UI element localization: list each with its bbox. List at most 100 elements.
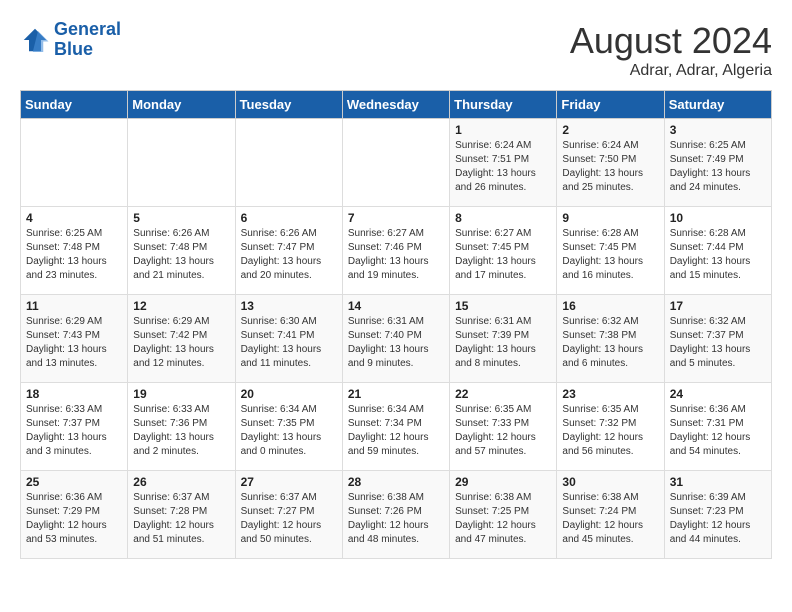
- calendar-cell: 8 Sunrise: 6:27 AM Sunset: 7:45 PM Daylig…: [450, 207, 557, 295]
- calendar-cell: 3 Sunrise: 6:25 AM Sunset: 7:49 PM Daylig…: [664, 119, 771, 207]
- calendar-cell: [235, 119, 342, 207]
- day-number: 27: [241, 475, 337, 489]
- calendar-header: Sunday Monday Tuesday Wednesday Thursday…: [21, 91, 772, 119]
- calendar-cell: 1 Sunrise: 6:24 AM Sunset: 7:51 PM Daylig…: [450, 119, 557, 207]
- calendar-cell: 18 Sunrise: 6:33 AM Sunset: 7:37 PM Dayli…: [21, 383, 128, 471]
- day-info: Sunrise: 6:25 AM Sunset: 7:48 PM Dayligh…: [26, 227, 122, 283]
- day-info: Sunrise: 6:27 AM Sunset: 7:46 PM Dayligh…: [348, 227, 444, 283]
- calendar-cell: 14Sunrise: 6:31 AM Sunset: 7:40 PM Dayli…: [342, 295, 449, 383]
- logo-text: General Blue: [54, 20, 121, 60]
- day-info: Sunrise: 6:33 AM Sunset: 7:37 PM Dayligh…: [26, 403, 122, 459]
- calendar-cell: 22 Sunrise: 6:35 AM Sunset: 7:33 PM Dayli…: [450, 383, 557, 471]
- calendar-week-2: 4 Sunrise: 6:25 AM Sunset: 7:48 PM Daylig…: [21, 207, 772, 295]
- col-friday: Friday: [557, 91, 664, 119]
- calendar-cell: 6Sunrise: 6:26 AM Sunset: 7:47 PM Daylig…: [235, 207, 342, 295]
- calendar-cell: 25 Sunrise: 6:36 AM Sunset: 7:29 PM Dayli…: [21, 471, 128, 559]
- col-sunday: Sunday: [21, 91, 128, 119]
- day-number: 18: [26, 387, 122, 401]
- day-number: 9: [562, 211, 658, 225]
- calendar-week-3: 11 Sunrise: 6:29 AM Sunset: 7:43 PM Dayli…: [21, 295, 772, 383]
- day-info: Sunrise: 6:31 AM Sunset: 7:40 PM Dayligh…: [348, 315, 444, 371]
- day-number: 3: [670, 123, 766, 137]
- day-info: Sunrise: 6:29 AM Sunset: 7:43 PM Dayligh…: [26, 315, 122, 371]
- col-wednesday: Wednesday: [342, 91, 449, 119]
- day-info: Sunrise: 6:32 AM Sunset: 7:37 PM Dayligh…: [670, 315, 766, 371]
- day-info: Sunrise: 6:35 AM Sunset: 7:32 PM Dayligh…: [562, 403, 658, 459]
- day-info: Sunrise: 6:27 AM Sunset: 7:45 PM Dayligh…: [455, 227, 551, 283]
- day-info: Sunrise: 6:34 AM Sunset: 7:35 PM Dayligh…: [241, 403, 337, 459]
- col-tuesday: Tuesday: [235, 91, 342, 119]
- calendar-cell: [21, 119, 128, 207]
- calendar-cell: 15Sunrise: 6:31 AM Sunset: 7:39 PM Dayli…: [450, 295, 557, 383]
- calendar-cell: 7Sunrise: 6:27 AM Sunset: 7:46 PM Daylig…: [342, 207, 449, 295]
- calendar-cell: 21Sunrise: 6:34 AM Sunset: 7:34 PM Dayli…: [342, 383, 449, 471]
- calendar-cell: 11 Sunrise: 6:29 AM Sunset: 7:43 PM Dayli…: [21, 295, 128, 383]
- day-info: Sunrise: 6:30 AM Sunset: 7:41 PM Dayligh…: [241, 315, 337, 371]
- day-info: Sunrise: 6:29 AM Sunset: 7:42 PM Dayligh…: [133, 315, 229, 371]
- calendar-body: 1 Sunrise: 6:24 AM Sunset: 7:51 PM Daylig…: [21, 119, 772, 559]
- day-info: Sunrise: 6:26 AM Sunset: 7:48 PM Dayligh…: [133, 227, 229, 283]
- col-thursday: Thursday: [450, 91, 557, 119]
- day-number: 8: [455, 211, 551, 225]
- day-number: 25: [26, 475, 122, 489]
- calendar-cell: 5 Sunrise: 6:26 AM Sunset: 7:48 PM Daylig…: [128, 207, 235, 295]
- day-number: 21: [348, 387, 444, 401]
- calendar-week-5: 25 Sunrise: 6:36 AM Sunset: 7:29 PM Dayli…: [21, 471, 772, 559]
- day-info: Sunrise: 6:35 AM Sunset: 7:33 PM Dayligh…: [455, 403, 551, 459]
- col-saturday: Saturday: [664, 91, 771, 119]
- calendar-cell: 28Sunrise: 6:38 AM Sunset: 7:26 PM Dayli…: [342, 471, 449, 559]
- day-info: Sunrise: 6:28 AM Sunset: 7:45 PM Dayligh…: [562, 227, 658, 283]
- day-number: 28: [348, 475, 444, 489]
- day-number: 2: [562, 123, 658, 137]
- logo: General Blue: [20, 20, 121, 60]
- day-info: Sunrise: 6:37 AM Sunset: 7:28 PM Dayligh…: [133, 491, 229, 547]
- calendar-cell: 13 Sunrise: 6:30 AM Sunset: 7:41 PM Dayli…: [235, 295, 342, 383]
- calendar-cell: 12 Sunrise: 6:29 AM Sunset: 7:42 PM Dayli…: [128, 295, 235, 383]
- header-row: Sunday Monday Tuesday Wednesday Thursday…: [21, 91, 772, 119]
- calendar-cell: 30 Sunrise: 6:38 AM Sunset: 7:24 PM Dayli…: [557, 471, 664, 559]
- location: Adrar, Adrar, Algeria: [570, 62, 772, 80]
- day-info: Sunrise: 6:25 AM Sunset: 7:49 PM Dayligh…: [670, 139, 766, 195]
- day-number: 11: [26, 299, 122, 313]
- day-number: 22: [455, 387, 551, 401]
- day-info: Sunrise: 6:24 AM Sunset: 7:51 PM Dayligh…: [455, 139, 551, 195]
- month-year: August 2024: [570, 20, 772, 62]
- day-number: 10: [670, 211, 766, 225]
- day-number: 24: [670, 387, 766, 401]
- day-info: Sunrise: 6:28 AM Sunset: 7:44 PM Dayligh…: [670, 227, 766, 283]
- day-number: 13: [241, 299, 337, 313]
- calendar-week-1: 1 Sunrise: 6:24 AM Sunset: 7:51 PM Daylig…: [21, 119, 772, 207]
- calendar-cell: 23 Sunrise: 6:35 AM Sunset: 7:32 PM Dayli…: [557, 383, 664, 471]
- calendar-week-4: 18 Sunrise: 6:33 AM Sunset: 7:37 PM Dayli…: [21, 383, 772, 471]
- calendar-cell: 9 Sunrise: 6:28 AM Sunset: 7:45 PM Daylig…: [557, 207, 664, 295]
- calendar-cell: 2Sunrise: 6:24 AM Sunset: 7:50 PM Daylig…: [557, 119, 664, 207]
- day-number: 29: [455, 475, 551, 489]
- calendar-cell: [342, 119, 449, 207]
- calendar-cell: 17Sunrise: 6:32 AM Sunset: 7:37 PM Dayli…: [664, 295, 771, 383]
- day-info: Sunrise: 6:38 AM Sunset: 7:25 PM Dayligh…: [455, 491, 551, 547]
- day-number: 30: [562, 475, 658, 489]
- col-monday: Monday: [128, 91, 235, 119]
- calendar-cell: [128, 119, 235, 207]
- day-number: 16: [562, 299, 658, 313]
- calendar-cell: 19Sunrise: 6:33 AM Sunset: 7:36 PM Dayli…: [128, 383, 235, 471]
- day-number: 23: [562, 387, 658, 401]
- day-info: Sunrise: 6:36 AM Sunset: 7:29 PM Dayligh…: [26, 491, 122, 547]
- calendar-cell: 31Sunrise: 6:39 AM Sunset: 7:23 PM Dayli…: [664, 471, 771, 559]
- day-info: Sunrise: 6:38 AM Sunset: 7:24 PM Dayligh…: [562, 491, 658, 547]
- day-number: 12: [133, 299, 229, 313]
- logo-blue: Blue: [54, 39, 93, 59]
- title-block: August 2024 Adrar, Adrar, Algeria: [570, 20, 772, 80]
- day-number: 20: [241, 387, 337, 401]
- day-number: 5: [133, 211, 229, 225]
- day-number: 1: [455, 123, 551, 137]
- logo-icon: [20, 25, 50, 55]
- day-info: Sunrise: 6:26 AM Sunset: 7:47 PM Dayligh…: [241, 227, 337, 283]
- calendar-cell: 16Sunrise: 6:32 AM Sunset: 7:38 PM Dayli…: [557, 295, 664, 383]
- calendar-cell: 4 Sunrise: 6:25 AM Sunset: 7:48 PM Daylig…: [21, 207, 128, 295]
- day-number: 4: [26, 211, 122, 225]
- day-info: Sunrise: 6:33 AM Sunset: 7:36 PM Dayligh…: [133, 403, 229, 459]
- day-number: 26: [133, 475, 229, 489]
- day-info: Sunrise: 6:31 AM Sunset: 7:39 PM Dayligh…: [455, 315, 551, 371]
- calendar-cell: 10 Sunrise: 6:28 AM Sunset: 7:44 PM Dayli…: [664, 207, 771, 295]
